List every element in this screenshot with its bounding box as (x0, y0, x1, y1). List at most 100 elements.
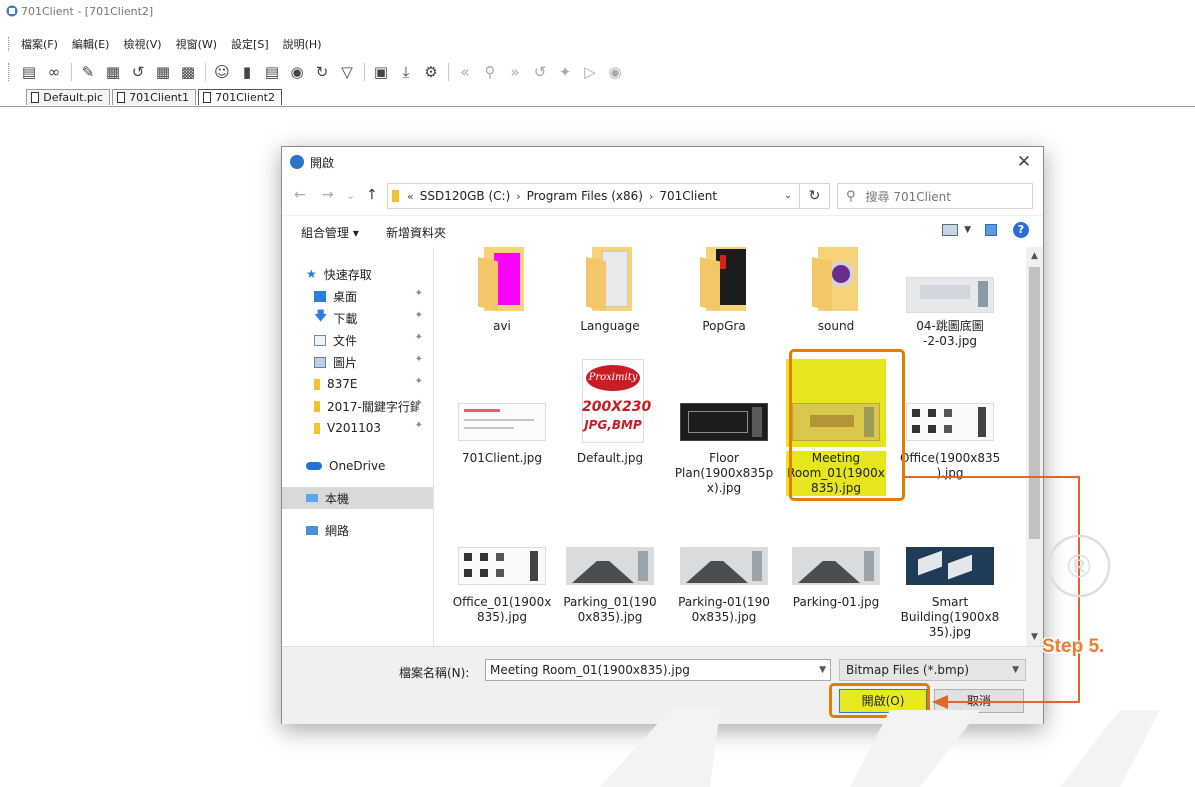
annotation-line (946, 701, 1080, 703)
view-mode-icon[interactable] (942, 224, 959, 236)
chevron-down-icon[interactable]: ▼ (964, 225, 971, 235)
back-arrow-icon[interactable]: ← (294, 187, 306, 203)
rewind-icon[interactable]: « (455, 62, 475, 82)
breadcrumb-701client[interactable]: 701Client (659, 189, 717, 203)
nav-downloads[interactable]: 🡇 下載 ✦ (282, 307, 433, 329)
organize-button[interactable]: 組合管理 ▾ (301, 224, 359, 241)
image-icon[interactable]: ▣ (371, 62, 391, 82)
nav-pictures[interactable]: 圖片 ✦ (282, 351, 433, 373)
nav-quick-access[interactable]: ★ 快速存取 (282, 263, 433, 285)
toolbar-grip[interactable] (8, 63, 13, 81)
help-icon[interactable]: ? (1013, 222, 1029, 238)
file-item-avi[interactable]: avi (452, 247, 552, 334)
loop-icon[interactable]: ∞ (44, 62, 64, 82)
menu-grip[interactable] (8, 37, 13, 51)
file-item-sound[interactable]: sound (786, 247, 886, 334)
calendar-icon[interactable]: ▦ (103, 62, 123, 82)
list-icon[interactable]: ▤ (262, 62, 282, 82)
stop-icon[interactable]: ◉ (605, 62, 625, 82)
download-icon[interactable]: ⤓ (396, 62, 416, 82)
play-icon[interactable]: ▷ (580, 62, 600, 82)
undo-icon[interactable]: ↺ (128, 62, 148, 82)
history-icon[interactable]: ↺ (530, 62, 550, 82)
file-item-04-map[interactable]: 04-跳圖底圖 -2-03.jpg (900, 247, 1000, 349)
scroll-up-icon[interactable]: ▲ (1026, 247, 1043, 265)
nav-folder-2017[interactable]: 2017-關鍵字行銷 ✦ (282, 395, 433, 417)
file-item-popgra[interactable]: PopGra (674, 247, 774, 334)
menu-file[interactable]: 檔案(F) (21, 36, 58, 52)
menu-view[interactable]: 檢視(V) (123, 36, 161, 52)
refresh-icon[interactable]: ↻ (312, 62, 332, 82)
filename-field[interactable]: Meeting Room_01(1900x835).jpg ▼ (485, 659, 831, 681)
fast-forward-icon[interactable]: » (505, 62, 525, 82)
menu-window[interactable]: 視窗(W) (176, 36, 217, 52)
pin-icon[interactable]: ✦ (415, 376, 423, 387)
pin-icon[interactable]: ✦ (555, 62, 575, 82)
pin-icon[interactable]: ✦ (415, 354, 423, 365)
network-icon (306, 525, 318, 535)
tab-701client1[interactable]: 701Client1 (112, 89, 196, 105)
close-icon[interactable]: ✕ (1015, 153, 1033, 171)
file-item-parking-01-b[interactable]: Parking-01(190 0x835).jpg (674, 503, 774, 625)
recent-locations-icon[interactable]: ⌄ (346, 189, 355, 202)
file-item-language[interactable]: Language (560, 247, 660, 334)
new-page-icon[interactable]: ▤ (19, 62, 39, 82)
pin-icon[interactable]: ✦ (415, 288, 423, 299)
scrollbar-thumb[interactable] (1029, 267, 1040, 539)
grid-icon[interactable]: ▦ (153, 62, 173, 82)
file-item-parking-01-c[interactable]: Parking-01.jpg (786, 503, 886, 610)
nav-folder-v201103[interactable]: V201103 ✦ (282, 417, 433, 439)
scroll-down-icon[interactable]: ▼ (1026, 628, 1043, 646)
preview-pane-icon[interactable] (985, 224, 997, 236)
step-label: Step 5. (1042, 636, 1105, 657)
device-icon[interactable]: ▮ (237, 62, 257, 82)
tab-default-pic[interactable]: Default.pic (26, 89, 110, 105)
sound-icon[interactable]: ◉ (287, 62, 307, 82)
nav-label: V201103 (327, 421, 382, 435)
file-item-default-jpg[interactable]: Proximity 200X230 JPG,BMP Default.jpg (560, 359, 660, 466)
file-item-office-01[interactable]: Office_01(1900x 835).jpg (452, 503, 552, 625)
vertical-scrollbar[interactable]: ▲ ▼ (1026, 247, 1043, 646)
menu-edit[interactable]: 編輯(E) (72, 36, 110, 52)
chevron-down-icon[interactable]: ▼ (1012, 660, 1019, 680)
user-icon[interactable]: ☺ (212, 62, 232, 82)
file-item-parking-01-a[interactable]: Parking_01(190 0x835).jpg (560, 503, 660, 625)
address-dropdown-icon[interactable]: ⌄ (777, 184, 799, 208)
chevron-down-icon[interactable]: ▼ (819, 660, 826, 680)
nav-folder-837e[interactable]: 837E ✦ (282, 373, 433, 395)
open-button[interactable]: 開啟(O) (839, 689, 927, 713)
bar-chart-icon[interactable]: ▩ (178, 62, 198, 82)
file-item-office[interactable]: Office(1900x835 ).jpg (900, 359, 1000, 481)
nav-desktop[interactable]: 桌面 ✦ (282, 285, 433, 307)
zoom-icon[interactable]: ⚲ (480, 62, 500, 82)
file-item-701client-jpg[interactable]: 701Client.jpg (452, 359, 552, 466)
pin-icon[interactable]: ✦ (415, 420, 423, 431)
filter-icon[interactable]: ▽ (337, 62, 357, 82)
pin-icon[interactable]: ✦ (415, 398, 423, 409)
file-item-meeting-room[interactable]: Meeting Room_01(1900x 835).jpg (786, 359, 886, 496)
pin-icon[interactable]: ✦ (415, 332, 423, 343)
menu-help[interactable]: 說明(H) (283, 36, 322, 52)
nav-onedrive[interactable]: OneDrive (282, 455, 433, 477)
edit-icon[interactable]: ✎ (78, 62, 98, 82)
search-input[interactable]: ⚲ 搜尋 701Client (837, 183, 1033, 209)
settings-icon[interactable]: ⚙ (421, 62, 441, 82)
breadcrumb-program-files[interactable]: Program Files (x86) (527, 189, 643, 203)
file-item-floor-plan[interactable]: Floor Plan(1900x835p x).jpg (674, 359, 774, 496)
breadcrumb-drive[interactable]: SSD120GB (C:) (420, 189, 511, 203)
new-folder-button[interactable]: 新增資料夾 (386, 224, 446, 241)
filetype-select[interactable]: Bitmap Files (*.bmp) ▼ (839, 659, 1026, 681)
pin-icon[interactable]: ✦ (415, 310, 423, 321)
navigation-row: ← → ⌄ ↑ « SSD120GB (C:) › Program Files … (282, 181, 1043, 211)
nav-this-pc[interactable]: 本機 (282, 487, 433, 509)
address-bar[interactable]: « SSD120GB (C:) › Program Files (x86) › … (387, 183, 800, 209)
overflow-chevron-icon[interactable]: « (407, 190, 414, 203)
nav-network[interactable]: 網路 (282, 519, 433, 541)
nav-documents[interactable]: 文件 ✦ (282, 329, 433, 351)
up-arrow-icon[interactable]: ↑ (366, 187, 378, 203)
refresh-icon[interactable]: ↻ (800, 183, 830, 209)
menu-settings[interactable]: 設定[S] (231, 36, 269, 52)
file-item-smart-building[interactable]: Smart Building(1900x8 35).jpg (900, 503, 1000, 640)
forward-arrow-icon[interactable]: → (322, 187, 334, 203)
tab-701client2[interactable]: 701Client2 (198, 89, 282, 105)
